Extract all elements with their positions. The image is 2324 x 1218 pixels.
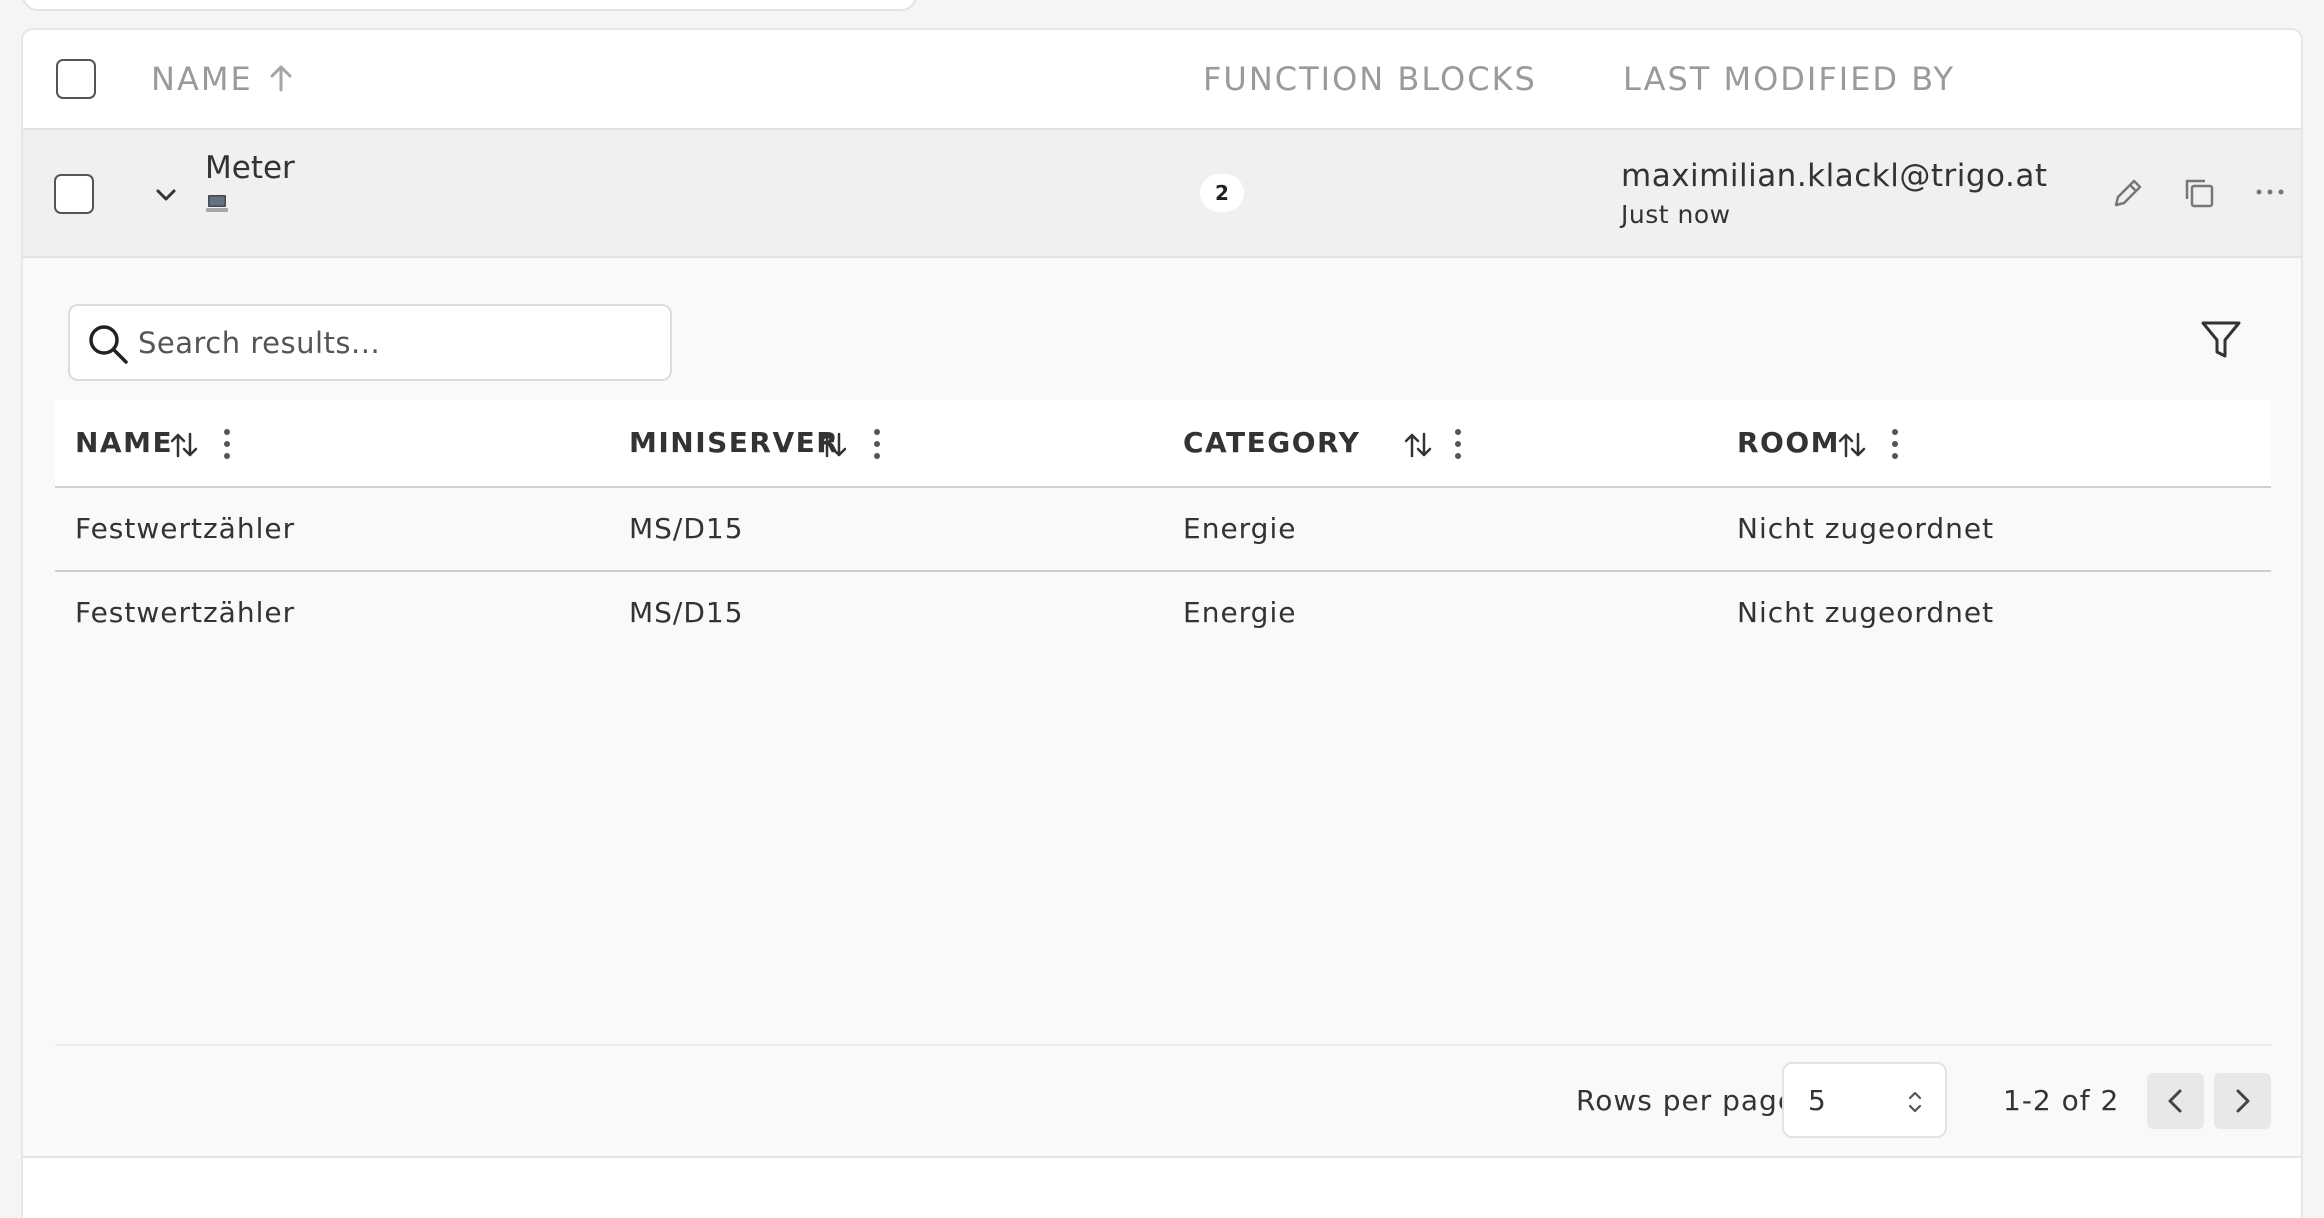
divider bbox=[23, 1156, 2301, 1158]
more-options-icon[interactable] bbox=[2255, 185, 2285, 199]
header-name[interactable]: NAME bbox=[151, 60, 253, 98]
cell-miniserver: MS/D15 bbox=[629, 596, 744, 629]
column-label: ROOM bbox=[1737, 426, 1841, 459]
filter-icon[interactable] bbox=[2199, 318, 2243, 362]
expanded-function-blocks-panel: NAME MINISERVER bbox=[23, 256, 2301, 1156]
column-label: MINISERVER bbox=[629, 426, 840, 459]
pagination-footer: Rows per page 5 1-2 of 2 bbox=[55, 1044, 2271, 1184]
sort-icon[interactable] bbox=[1837, 430, 1867, 460]
header-function-blocks: FUNCTION BLOCKS bbox=[1203, 60, 1537, 98]
sort-icon[interactable] bbox=[1403, 430, 1433, 460]
cell-category: Energie bbox=[1183, 596, 1297, 629]
inner-table-header: NAME MINISERVER CATEGORY ROOM bbox=[55, 400, 2271, 488]
column-menu-icon[interactable] bbox=[871, 426, 883, 462]
pagination-range: 1-2 of 2 bbox=[2003, 1084, 2120, 1117]
previous-page-button[interactable] bbox=[2147, 1073, 2204, 1129]
blueprints-table-card: NAME FUNCTION BLOCKS LAST MODIFIED BY Me… bbox=[21, 28, 2303, 1218]
column-label: NAME bbox=[75, 426, 174, 459]
modified-time: Just now bbox=[1621, 200, 1731, 229]
row-name: Meter bbox=[205, 150, 295, 186]
cell-name: Festwertzähler bbox=[75, 512, 296, 545]
function-blocks-count-badge: 2 bbox=[1200, 174, 1244, 212]
column-menu-icon[interactable] bbox=[1889, 426, 1901, 462]
laptop-icon bbox=[206, 195, 228, 212]
column-label: CATEGORY bbox=[1183, 426, 1361, 459]
select-all-checkbox[interactable] bbox=[56, 59, 96, 99]
search-input[interactable] bbox=[138, 320, 648, 366]
updown-chevron-icon bbox=[1908, 1091, 1922, 1113]
chevron-down-icon[interactable] bbox=[153, 182, 179, 208]
sort-ascending-icon[interactable] bbox=[267, 62, 295, 94]
column-menu-icon[interactable] bbox=[1452, 426, 1464, 462]
cell-name: Festwertzähler bbox=[75, 596, 296, 629]
table-row[interactable]: Festwertzähler MS/D15 Energie Nicht zuge… bbox=[55, 572, 2271, 656]
rows-per-page-select[interactable]: 5 bbox=[1782, 1062, 1947, 1138]
cell-category: Energie bbox=[1183, 512, 1297, 545]
cell-room: Nicht zugeordnet bbox=[1737, 512, 1995, 545]
chevron-left-icon bbox=[2168, 1089, 2182, 1113]
sort-icon[interactable] bbox=[818, 430, 848, 460]
search-box[interactable] bbox=[68, 304, 672, 381]
next-page-button[interactable] bbox=[2214, 1073, 2271, 1129]
edit-pencil-icon[interactable] bbox=[2108, 173, 2148, 213]
outer-table-header: NAME FUNCTION BLOCKS LAST MODIFIED BY bbox=[23, 30, 2301, 128]
cell-room: Nicht zugeordnet bbox=[1737, 596, 1995, 629]
header-last-modified-by: LAST MODIFIED BY bbox=[1623, 60, 1955, 98]
table-row[interactable]: Festwertzähler MS/D15 Energie Nicht zuge… bbox=[55, 488, 2271, 572]
table-row[interactable]: Meter 2 maximilian.klackl@trigo.at Just … bbox=[23, 128, 2301, 256]
search-icon bbox=[89, 325, 128, 364]
rows-per-page-value: 5 bbox=[1808, 1084, 1826, 1117]
row-checkbox[interactable] bbox=[54, 174, 94, 214]
rows-per-page-label: Rows per page bbox=[1576, 1084, 1797, 1117]
top-input-stub[interactable] bbox=[22, 0, 917, 11]
cell-miniserver: MS/D15 bbox=[629, 512, 744, 545]
sort-icon[interactable] bbox=[169, 430, 199, 460]
chevron-right-icon bbox=[2236, 1089, 2250, 1113]
duplicate-icon[interactable] bbox=[2181, 175, 2217, 211]
modified-by-email: maximilian.klackl@trigo.at bbox=[1621, 158, 2048, 194]
column-menu-icon[interactable] bbox=[221, 426, 233, 462]
